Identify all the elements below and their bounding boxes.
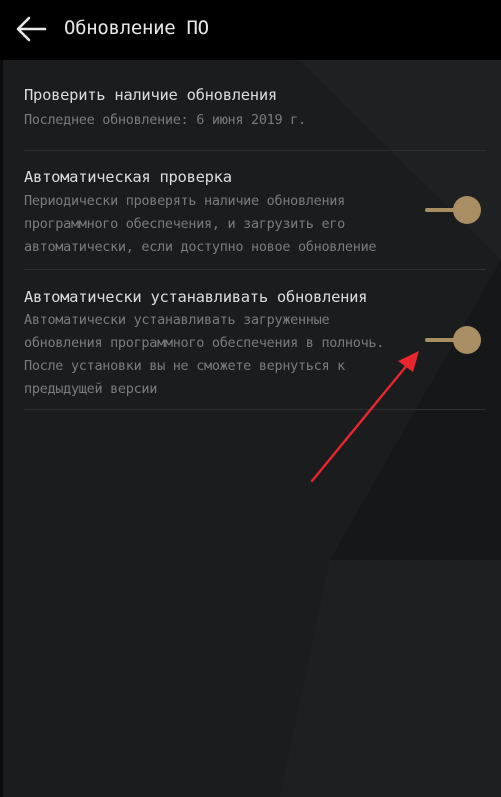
auto-install-toggle[interactable] [425, 326, 481, 354]
subtitle-line: Последнее обновление: 6 июня 2019 г. [24, 112, 306, 128]
app-bar: Обновление ПО [0, 0, 501, 60]
subtitle-line: После установки вы не сможете вернуться … [24, 358, 345, 374]
divider [24, 409, 486, 410]
divider [24, 150, 486, 151]
subtitle-line: программного обеспечения, и загрузить ег… [24, 216, 345, 232]
page-title: Обновление ПО [64, 17, 209, 39]
toggle-knob [453, 196, 481, 224]
setting-title: Автоматическая проверка [24, 168, 232, 186]
settings-screen: Обновление ПО Проверить наличие обновлен… [0, 0, 501, 797]
setting-subtitle: Автоматически устанавливать загруженные … [24, 309, 486, 401]
toggle-knob [453, 326, 481, 354]
subtitle-line: автоматически, если доступно новое обнов… [24, 239, 377, 255]
setting-subtitle: Периодически проверять наличие обновлени… [24, 190, 486, 259]
subtitle-line: Периодически проверять наличие обновлени… [24, 193, 345, 209]
setting-title: Автоматически устанавливать обновления [24, 288, 368, 306]
setting-check-updates[interactable]: Проверить наличие обновления Последнее о… [24, 84, 486, 132]
subtitle-line: обновления программного обеспечения в по… [24, 335, 385, 351]
arrow-left-icon[interactable] [14, 14, 48, 44]
setting-subtitle: Последнее обновление: 6 июня 2019 г. [24, 109, 486, 132]
setting-auto-install[interactable]: Автоматически устанавливать обновления А… [24, 286, 486, 401]
subtitle-line: предыдущей версии [24, 381, 158, 397]
divider [24, 269, 486, 270]
subtitle-line: Автоматически устанавливать загруженные [24, 312, 330, 328]
auto-check-toggle[interactable] [425, 196, 481, 224]
screen-edge [0, 0, 3, 797]
setting-title: Проверить наличие обновления [24, 86, 277, 104]
setting-auto-check[interactable]: Автоматическая проверка Периодически про… [24, 166, 486, 259]
